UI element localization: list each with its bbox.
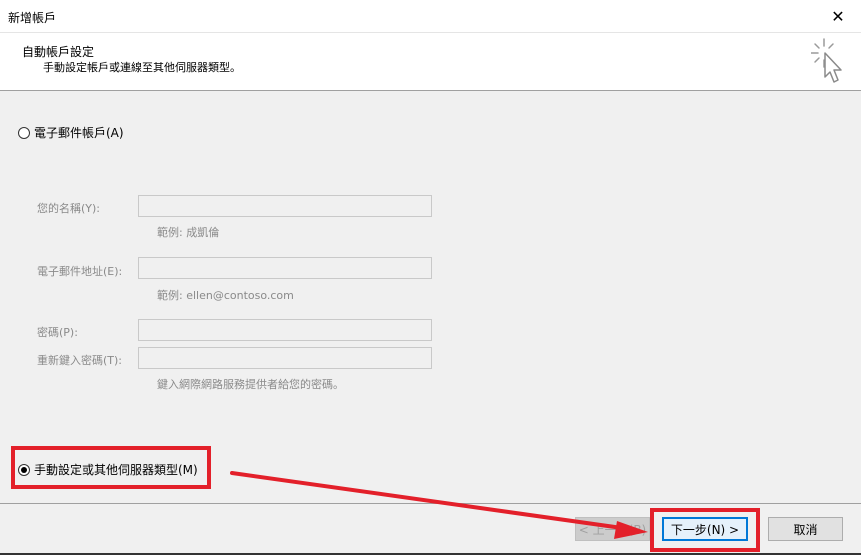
email-account-option[interactable]: 電子郵件帳戶(A) bbox=[18, 124, 124, 141]
window-title: 新增帳戶 bbox=[8, 11, 57, 25]
title-bar: 新增帳戶 ✕ bbox=[0, 0, 861, 33]
password-field[interactable] bbox=[138, 319, 432, 341]
password-hint: 鍵入網際網路服務提供者給您的密碼。 bbox=[157, 378, 344, 391]
next-button-highlight bbox=[650, 508, 760, 552]
wizard-header: 自動帳戶設定 手動設定帳戶或連線至其他伺服器類型。 bbox=[0, 33, 861, 91]
retype-password-label: 重新鍵入密碼(T): bbox=[37, 354, 123, 367]
back-button[interactable]: < 上一步(B) bbox=[575, 517, 650, 541]
manual-setup-highlight bbox=[11, 446, 211, 489]
name-label: 您的名稱(Y): bbox=[37, 202, 101, 215]
email-field[interactable] bbox=[138, 257, 432, 279]
password-label: 密碼(P): bbox=[37, 326, 78, 339]
footer-divider bbox=[0, 503, 861, 504]
page-title: 自動帳戶設定 bbox=[22, 45, 95, 59]
cancel-button[interactable]: 取消 bbox=[768, 517, 843, 541]
name-hint: 範例: 成凱倫 bbox=[157, 226, 220, 239]
email-hint: 範例: ellen@contoso.com bbox=[157, 289, 294, 302]
name-field[interactable] bbox=[138, 195, 432, 217]
email-account-label[interactable]: 電子郵件帳戶(A) bbox=[34, 124, 124, 141]
close-icon[interactable]: ✕ bbox=[815, 0, 861, 32]
email-account-radio[interactable] bbox=[18, 126, 30, 139]
retype-password-field[interactable] bbox=[138, 347, 432, 369]
email-label: 電子郵件地址(E): bbox=[37, 265, 123, 278]
page-subtitle: 手動設定帳戶或連線至其他伺服器類型。 bbox=[43, 61, 241, 74]
setup-wizard-cursor-icon bbox=[811, 38, 842, 83]
